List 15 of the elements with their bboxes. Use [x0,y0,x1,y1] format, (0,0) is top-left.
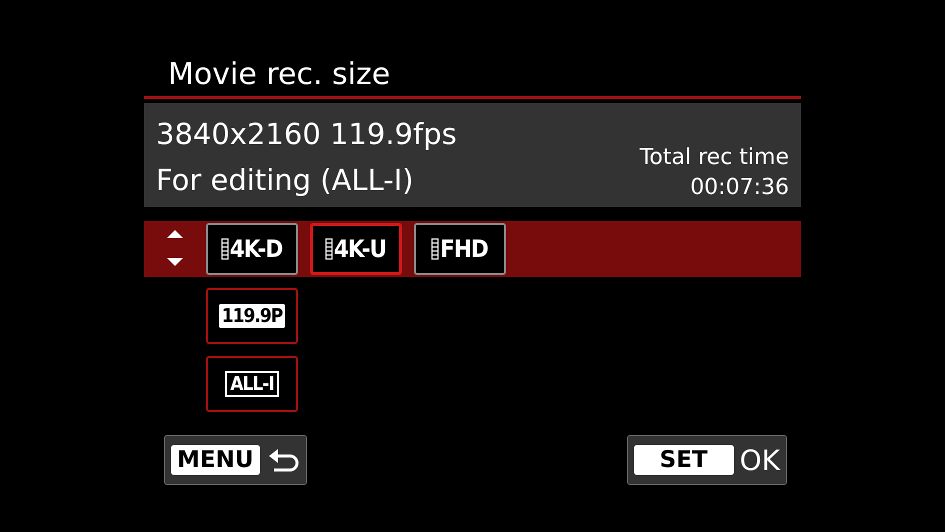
option-button[interactable]: 4K-D [206,223,298,275]
film-strip-icon [431,238,440,260]
film-strip-icon [220,238,229,260]
option-button[interactable]: ALL-I [206,356,298,412]
option-button[interactable]: FHD [414,223,506,275]
set-ok-button[interactable]: SET OK [626,435,787,485]
option-button[interactable]: 119.9P [206,288,298,344]
film-strip-icon [324,238,333,260]
total-rec-time-label: Total rec time [640,144,789,172]
setting-summary: For editing (ALL-I) [156,162,415,199]
menu-back-button[interactable]: MENU [164,435,307,485]
option-button[interactable]: 4K-U [310,223,402,275]
total-rec-time: 00:07:36 [689,174,789,202]
setting-summary: 3840x2160 119.9fps [156,116,457,153]
screen-title: Movie rec. size [167,56,392,94]
